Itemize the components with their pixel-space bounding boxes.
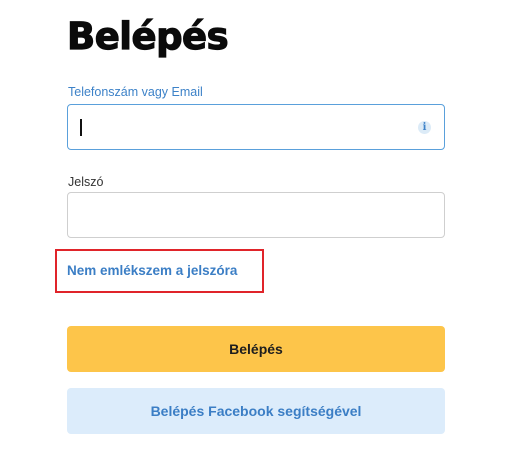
login-input-container[interactable]: i (67, 104, 445, 150)
info-icon[interactable]: i (418, 121, 431, 134)
facebook-login-button[interactable]: Belépés Facebook segítségével (67, 388, 445, 434)
login-button[interactable]: Belépés (67, 326, 445, 372)
page-title: Belépés (66, 14, 229, 58)
password-input-container[interactable] (67, 192, 445, 238)
password-input[interactable] (68, 193, 444, 237)
forgot-password-link[interactable]: Nem emlékszem a jelszóra (67, 263, 237, 279)
login-field-label: Telefonszám vagy Email (68, 85, 203, 99)
password-field-label: Jelszó (68, 175, 104, 189)
phone-or-email-input[interactable] (68, 105, 444, 149)
text-cursor (80, 119, 82, 136)
